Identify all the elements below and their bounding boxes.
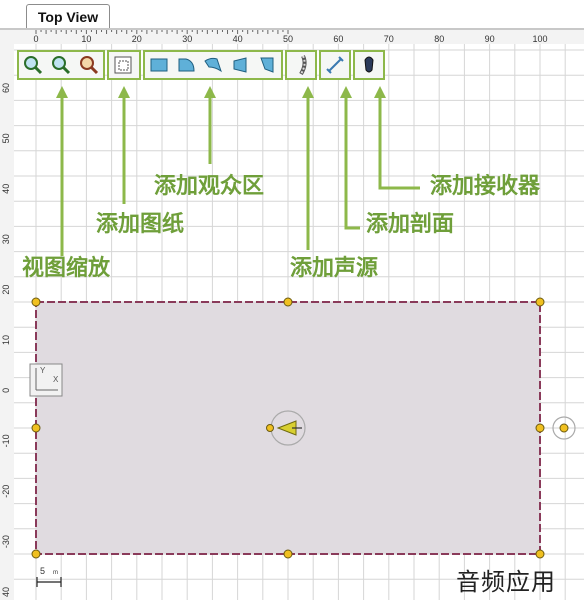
- tab-top-view[interactable]: Top View: [26, 4, 110, 29]
- zoom-in-icon[interactable]: [19, 52, 47, 78]
- toolbar-view-zoom: [17, 50, 105, 80]
- tab-bar: Top View: [0, 0, 584, 30]
- watermark: 音频应用: [456, 568, 556, 596]
- ruler-left-label: 20: [1, 285, 11, 295]
- speaker-array-icon[interactable]: [287, 52, 315, 78]
- ruler-left-label: -20: [1, 485, 11, 498]
- handle-br[interactable]: [535, 549, 545, 559]
- callout-add-receiver: 添加接收器: [430, 174, 541, 199]
- receiver-mic-icon[interactable]: [355, 52, 383, 78]
- handle-tm[interactable]: [283, 297, 293, 307]
- audience-rect-icon[interactable]: [145, 52, 172, 78]
- ruler-left-label: -30: [1, 535, 11, 548]
- ruler-left-label: 60: [1, 83, 11, 93]
- handle-mr[interactable]: [535, 423, 545, 433]
- ruler-top-label: 60: [333, 34, 343, 44]
- axis-widget: Y X: [29, 363, 63, 397]
- audience-trapezoid-icon[interactable]: [227, 52, 254, 78]
- zoom-out-icon[interactable]: [47, 52, 75, 78]
- ruler-left-label: 50: [1, 133, 11, 143]
- ruler-top-label: 30: [182, 34, 192, 44]
- toolbar-audience: [143, 50, 283, 80]
- callout-view-zoom: 视图缩放: [22, 256, 111, 281]
- ruler-left-label: 40: [1, 587, 11, 597]
- callout-add-audience: 添加观众区: [154, 174, 265, 199]
- section-line-icon[interactable]: [321, 52, 349, 78]
- callout-add-source: 添加声源: [290, 256, 379, 281]
- callout-add-drawing: 添加图纸: [96, 212, 185, 237]
- handle-bm[interactable]: [283, 549, 293, 559]
- handle-tl[interactable]: [31, 297, 41, 307]
- scale-widget: 5 m: [36, 566, 62, 587]
- ruler-top-label: 90: [485, 34, 495, 44]
- ruler-top-label: 50: [283, 34, 293, 44]
- add-drawing-icon[interactable]: [109, 52, 137, 78]
- ruler-left-label: 10: [1, 335, 11, 345]
- ruler-left: 60 50 40 30 20 10 0 -10 -20 -30 40: [0, 30, 14, 600]
- ruler-top-label: 100: [532, 34, 547, 44]
- top-view-canvas[interactable]: 0 10 20 30 40 50 60 70 80 90 100 60 50 40 30 20 10 0 -10-…: [0, 30, 584, 600]
- axis-y-label: Y: [40, 366, 46, 375]
- ruler-left-label: -10: [1, 434, 11, 447]
- axis-x-label: X: [53, 375, 59, 384]
- audience-curve-icon[interactable]: [199, 52, 226, 78]
- ruler-top-label: 40: [233, 34, 243, 44]
- callout-arrowheads: [56, 86, 386, 98]
- toolbar-drawing: [107, 50, 141, 80]
- ruler-top-label: 20: [132, 34, 142, 44]
- callout-add-section: 添加剖面: [366, 212, 455, 237]
- ruler-top: 0 10 20 30 40 50 60 70 80 90 100: [0, 30, 584, 44]
- ruler-top-label: 70: [384, 34, 394, 44]
- handle-tr[interactable]: [535, 297, 545, 307]
- scale-value: 5: [40, 566, 45, 576]
- toolbar-receiver: [353, 50, 385, 80]
- toolbar-source: [285, 50, 317, 80]
- ruler-left-label: 40: [1, 184, 11, 194]
- ruler-left-label: 0: [1, 388, 11, 393]
- audience-wedge-icon[interactable]: [254, 52, 281, 78]
- ruler-top-label: 10: [81, 34, 91, 44]
- handle-bl[interactable]: [31, 549, 41, 559]
- ruler-top-label: 0: [33, 34, 38, 44]
- toolbar-section: [319, 50, 351, 80]
- zoom-fit-icon[interactable]: [75, 52, 103, 78]
- ruler-left-label: 30: [1, 234, 11, 244]
- canvas-svg[interactable]: 0 10 20 30 40 50 60 70 80 90 100 6050403020100-10-…: [0, 30, 584, 600]
- handle-ml[interactable]: [31, 423, 41, 433]
- ruler-top-label: 80: [434, 34, 444, 44]
- scale-unit: m: [53, 570, 58, 576]
- audience-arc-icon[interactable]: [172, 52, 199, 78]
